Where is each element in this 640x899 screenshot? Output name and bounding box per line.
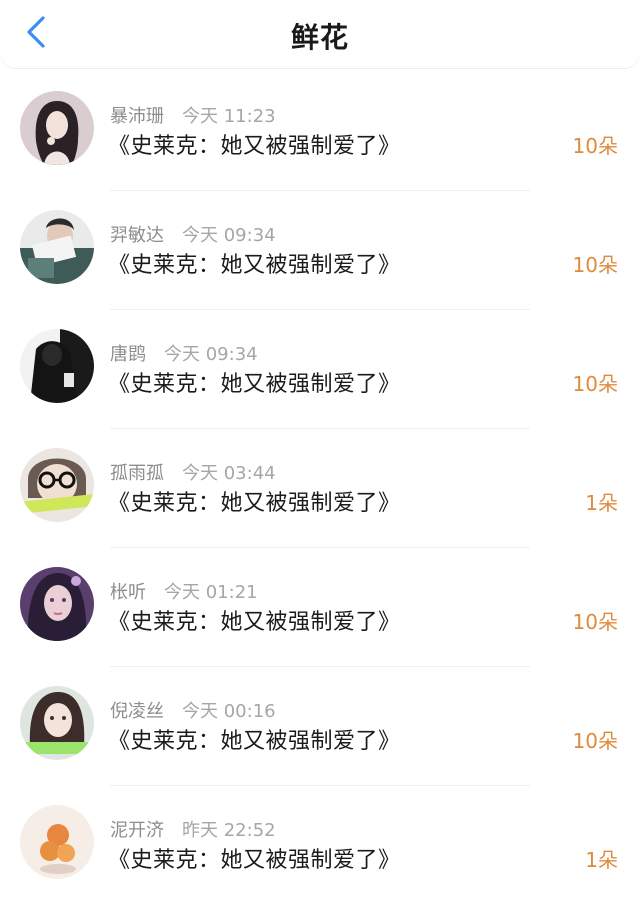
avatar[interactable] xyxy=(20,567,94,641)
book-title[interactable]: 《史莱克：她又被强制爱了》 xyxy=(108,485,401,517)
avatar[interactable] xyxy=(20,448,94,522)
item-meta: 枨听 今天 01:21 xyxy=(110,578,258,604)
list-item[interactable]: 暴沛珊 今天 11:23 《史莱克：她又被强制爱了》 10朵 xyxy=(0,72,640,191)
page-title: 鲜花 xyxy=(290,21,349,54)
list-item[interactable]: 唐鹍 今天 09:34 《史莱克：她又被强制爱了》 10朵 xyxy=(0,310,640,429)
top-bar: 鲜花 xyxy=(0,0,640,68)
timestamp: 昨天 22:52 xyxy=(182,820,276,841)
timestamp: 今天 00:16 xyxy=(182,701,276,722)
list-item[interactable]: 泥开济 昨天 22:52 《史莱克：她又被强制爱了》 1朵 xyxy=(0,786,640,899)
book-title[interactable]: 《史莱克：她又被强制爱了》 xyxy=(108,366,401,398)
user-name[interactable]: 泥开济 xyxy=(110,820,164,841)
timestamp: 今天 11:23 xyxy=(182,106,276,127)
list-item[interactable]: 羿敏达 今天 09:34 《史莱克：她又被强制爱了》 10朵 xyxy=(0,191,640,310)
list-item[interactable]: 枨听 今天 01:21 《史莱克：她又被强制爱了》 10朵 xyxy=(0,548,640,667)
screen: 鲜花 暴沛珊 今天 11:23 《史莱克：她又被强制爱了》 10朵 羿敏达 今天… xyxy=(0,0,640,899)
book-title[interactable]: 《史莱克：她又被强制爱了》 xyxy=(108,604,401,636)
item-meta: 倪凌丝 今天 00:16 xyxy=(110,697,276,723)
user-name[interactable]: 唐鹍 xyxy=(110,344,146,365)
user-name[interactable]: 暴沛珊 xyxy=(110,106,164,127)
flower-count: 10朵 xyxy=(572,729,618,753)
flower-count: 1朵 xyxy=(585,491,618,515)
list-item[interactable]: 倪凌丝 今天 00:16 《史莱克：她又被强制爱了》 10朵 xyxy=(0,667,640,786)
avatar[interactable] xyxy=(20,91,94,165)
flower-count: 10朵 xyxy=(572,372,618,396)
book-title[interactable]: 《史莱克：她又被强制爱了》 xyxy=(108,247,401,279)
flower-list: 暴沛珊 今天 11:23 《史莱克：她又被强制爱了》 10朵 羿敏达 今天 09:3… xyxy=(0,72,640,899)
book-title[interactable]: 《史莱克：她又被强制爱了》 xyxy=(108,128,401,160)
avatar[interactable] xyxy=(20,686,94,760)
timestamp: 今天 03:44 xyxy=(182,463,276,484)
timestamp: 今天 01:21 xyxy=(164,582,258,603)
flower-count: 1朵 xyxy=(585,848,618,872)
list-item[interactable]: 孤雨孤 今天 03:44 《史莱克：她又被强制爱了》 1朵 xyxy=(0,429,640,548)
timestamp: 今天 09:34 xyxy=(164,344,258,365)
user-name[interactable]: 枨听 xyxy=(110,582,146,603)
flower-count: 10朵 xyxy=(572,253,618,277)
avatar[interactable] xyxy=(20,329,94,403)
avatar[interactable] xyxy=(20,805,94,879)
item-meta: 孤雨孤 今天 03:44 xyxy=(110,459,276,485)
book-title[interactable]: 《史莱克：她又被强制爱了》 xyxy=(108,842,401,874)
user-name[interactable]: 孤雨孤 xyxy=(110,463,164,484)
book-title[interactable]: 《史莱克：她又被强制爱了》 xyxy=(108,723,401,755)
flower-count: 10朵 xyxy=(572,610,618,634)
user-name[interactable]: 羿敏达 xyxy=(110,225,164,246)
item-meta: 唐鹍 今天 09:34 xyxy=(110,340,258,366)
user-name[interactable]: 倪凌丝 xyxy=(110,701,164,722)
item-meta: 暴沛珊 今天 11:23 xyxy=(110,102,276,128)
avatar[interactable] xyxy=(20,210,94,284)
item-meta: 羿敏达 今天 09:34 xyxy=(110,221,276,247)
item-meta: 泥开济 昨天 22:52 xyxy=(110,816,276,842)
flower-count: 10朵 xyxy=(572,134,618,158)
timestamp: 今天 09:34 xyxy=(182,225,276,246)
